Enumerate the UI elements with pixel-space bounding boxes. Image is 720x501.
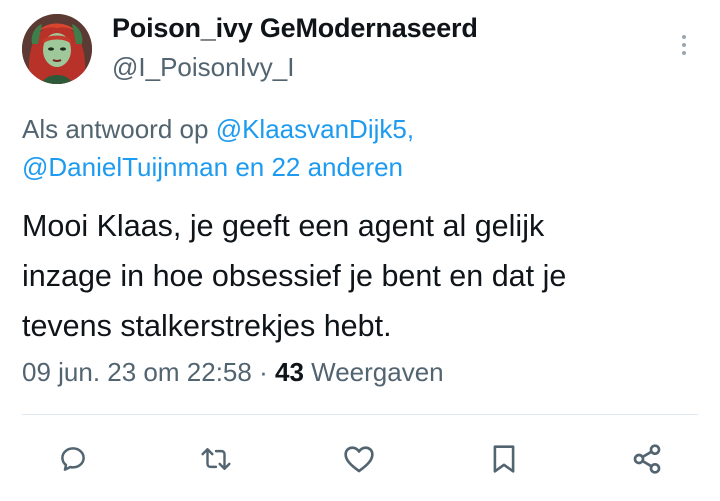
more-options-icon [682,35,686,39]
others-link[interactable]: en 22 anderen [235,152,403,182]
more-options-button[interactable] [672,30,696,60]
bookmark-button[interactable] [487,442,521,476]
avatar-image [22,14,92,84]
mention-link[interactable]: @KlaasvanDijk5, [216,114,414,144]
mention-link[interactable]: @DanielTuijnman [22,152,228,182]
tweet-text-line: inzage in hoe obsessief je bent en dat j… [22,259,567,293]
bookmark-icon [493,445,515,473]
author-handle[interactable]: @I_PoisonIvy_I [112,52,294,83]
tweet-text: Mooi Klaas, je geeft een agent al gelijk… [22,201,702,351]
author-display-name[interactable]: Poison_ivy GeModernaseerd [112,13,478,44]
meta-separator: · [259,357,268,387]
tweet-text-line: tevens stalkerstrekjes hebt. [22,309,392,343]
retweet-icon [201,448,231,470]
share-button[interactable] [630,442,664,476]
like-button[interactable] [342,442,376,476]
more-options-dot [682,51,686,55]
reply-context: Als antwoord op @KlaasvanDijk5, @DanielT… [22,110,702,186]
more-options-dot [682,43,686,47]
divider [22,414,698,415]
views-count: 43 [274,357,304,387]
retweet-button[interactable] [199,442,233,476]
views-label: Weergaven [311,357,444,387]
share-icon [633,444,661,474]
like-icon [344,446,374,473]
tweet-meta: 09 jun. 23 om 22:58 · 43 Weergaven [22,357,444,388]
tweet-text-line: Mooi Klaas, je geeft een agent al gelijk [22,209,545,243]
reply-context-prefix: Als antwoord op [22,114,209,144]
reply-button[interactable] [56,442,90,476]
reply-icon [61,447,85,471]
tweet-timestamp[interactable]: 09 jun. 23 om 22:58 [22,357,252,387]
avatar[interactable] [22,14,92,84]
